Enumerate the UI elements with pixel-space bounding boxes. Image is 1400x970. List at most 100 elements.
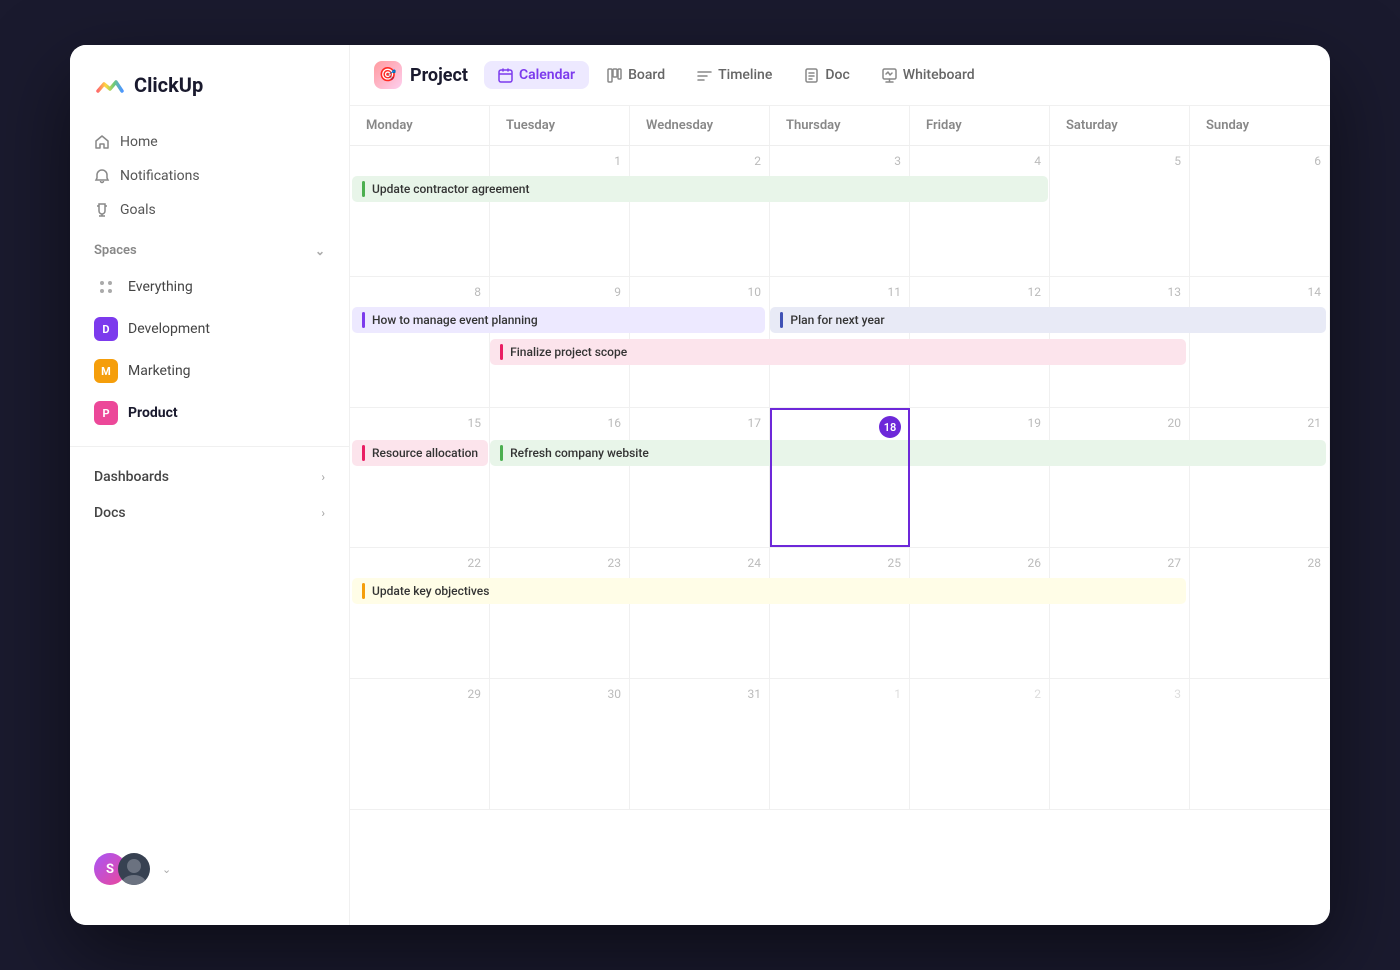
logo-area: ClickUp <box>70 69 349 125</box>
doc-tab-icon <box>804 68 819 83</box>
divider <box>70 446 349 447</box>
space-development[interactable]: D Development <box>82 308 337 350</box>
event-manage-event-planning[interactable]: How to manage event planning <box>352 307 765 333</box>
development-badge: D <box>94 317 118 341</box>
whiteboard-tab-icon <box>882 68 897 83</box>
event-update-key-objectives[interactable]: Update key objectives <box>352 578 1186 604</box>
timeline-tab-icon <box>697 68 712 83</box>
cell-w1-sun[interactable]: 6 <box>1190 146 1330 276</box>
day-header-friday: Friday <box>910 106 1050 145</box>
tab-calendar-label: Calendar <box>519 67 575 83</box>
space-marketing[interactable]: M Marketing <box>82 350 337 392</box>
week-4: 22 23 24 25 26 27 28 Update key objectiv… <box>350 548 1330 679</box>
space-product[interactable]: P Product <box>82 392 337 434</box>
docs-arrow-icon: › <box>321 506 325 520</box>
spaces-header: Spaces ⌄ <box>70 227 349 266</box>
cell-w5-wed[interactable]: 31 <box>630 679 770 809</box>
home-icon <box>94 134 110 150</box>
event-plan-next-year[interactable]: Plan for next year <box>770 307 1326 333</box>
day-header-thursday: Thursday <box>770 106 910 145</box>
cell-w3-tue[interactable]: 16 <box>490 408 630 547</box>
cell-w1-wed[interactable]: 2 <box>630 146 770 276</box>
cell-w5-thu[interactable]: 1 <box>770 679 910 809</box>
nav-notifications-label: Notifications <box>120 168 200 184</box>
cell-w1-thu[interactable]: 3 <box>770 146 910 276</box>
tab-board-label: Board <box>628 67 665 83</box>
cell-w3-sat[interactable]: 20 <box>1050 408 1190 547</box>
cell-w1-tue[interactable]: 1 <box>490 146 630 276</box>
cell-w3-sun[interactable]: 21 <box>1190 408 1330 547</box>
topbar: 🎯 Project Calendar Board <box>350 45 1330 106</box>
space-product-label: Product <box>128 405 178 421</box>
docs-label: Docs <box>94 505 126 521</box>
nav-home[interactable]: Home <box>82 125 337 159</box>
tab-timeline[interactable]: Timeline <box>683 61 786 89</box>
spaces-list: Everything D Development M Marketing P P… <box>70 266 349 434</box>
dashboards-section[interactable]: Dashboards › <box>70 459 349 495</box>
cell-w5-sat[interactable]: 3 <box>1050 679 1190 809</box>
space-everything[interactable]: Everything <box>82 266 337 308</box>
dashboards-arrow-icon: › <box>321 470 325 484</box>
sidebar-footer: S ⌄ <box>70 837 349 901</box>
space-marketing-label: Marketing <box>128 363 191 379</box>
cell-w4-wed[interactable]: 24 <box>630 548 770 678</box>
nav-notifications[interactable]: Notifications <box>82 159 337 193</box>
event-refresh-website[interactable]: Refresh company website <box>490 440 1326 466</box>
everything-icon <box>94 275 118 299</box>
week-1: 1 2 3 4 5 6 Update contractor agreement <box>350 146 1330 277</box>
cell-w1-fri[interactable]: 4 <box>910 146 1050 276</box>
marketing-badge: M <box>94 359 118 383</box>
cell-w4-tue[interactable]: 23 <box>490 548 630 678</box>
cell-w4-mon[interactable]: 22 <box>350 548 490 678</box>
cell-w3-fri[interactable]: 19 <box>910 408 1050 547</box>
dashboards-label: Dashboards <box>94 469 169 485</box>
docs-section[interactable]: Docs › <box>70 495 349 531</box>
cell-w3-mon[interactable]: 15 <box>350 408 490 547</box>
footer-chevron-icon[interactable]: ⌄ <box>162 863 171 876</box>
week-5: 29 30 31 1 2 3 <box>350 679 1330 810</box>
day-header-sunday: Sunday <box>1190 106 1330 145</box>
main-content: 🎯 Project Calendar Board <box>350 45 1330 925</box>
tab-whiteboard[interactable]: Whiteboard <box>868 61 989 89</box>
event-finalize-project-scope[interactable]: Finalize project scope <box>490 339 1186 365</box>
cell-w4-thu[interactable]: 25 <box>770 548 910 678</box>
cell-w3-thu[interactable]: 18 <box>770 408 910 547</box>
cell-w4-sun[interactable]: 28 <box>1190 548 1330 678</box>
spaces-collapse-icon[interactable]: ⌄ <box>315 244 325 258</box>
cell-w2-sun[interactable]: 14 <box>1190 277 1330 407</box>
day-header-monday: Monday <box>350 106 490 145</box>
nav-goals-label: Goals <box>120 202 156 218</box>
cell-w1-sat[interactable]: 5 <box>1050 146 1190 276</box>
cell-w5-tue[interactable]: 30 <box>490 679 630 809</box>
event-resource-allocation[interactable]: Resource allocation <box>352 440 488 466</box>
cell-w5-sun[interactable] <box>1190 679 1330 809</box>
event-update-contractor[interactable]: Update contractor agreement <box>352 176 1048 202</box>
nav-home-label: Home <box>120 134 158 150</box>
day-header-wednesday: Wednesday <box>630 106 770 145</box>
cell-w2-mon[interactable]: 8 <box>350 277 490 407</box>
calendar-container: Monday Tuesday Wednesday Thursday Friday… <box>350 106 1330 925</box>
tab-calendar[interactable]: Calendar <box>484 61 589 89</box>
tab-doc-label: Doc <box>825 67 849 83</box>
tab-board[interactable]: Board <box>593 61 679 89</box>
cell-w5-mon[interactable]: 29 <box>350 679 490 809</box>
tab-doc[interactable]: Doc <box>790 61 863 89</box>
nav-goals[interactable]: Goals <box>82 193 337 227</box>
cell-w5-fri[interactable]: 2 <box>910 679 1050 809</box>
product-badge: P <box>94 401 118 425</box>
cell-w4-sat[interactable]: 27 <box>1050 548 1190 678</box>
avatar-stack: S <box>94 853 150 885</box>
space-everything-label: Everything <box>128 279 193 295</box>
cell-w3-wed[interactable]: 17 <box>630 408 770 547</box>
avatar-user2 <box>118 853 150 885</box>
cell-w4-fri[interactable]: 26 <box>910 548 1050 678</box>
app-window: ClickUp Home Notifications Goals <box>70 45 1330 925</box>
cell-w1-mon[interactable] <box>350 146 490 276</box>
board-tab-icon <box>607 68 622 83</box>
calendar-body: 1 2 3 4 5 6 Update contractor agreement <box>350 146 1330 810</box>
project-icon: 🎯 <box>374 61 402 89</box>
project-title: Project <box>410 65 468 86</box>
day-header-saturday: Saturday <box>1050 106 1190 145</box>
project-title-area: 🎯 Project <box>374 61 468 89</box>
bell-icon <box>94 168 110 184</box>
